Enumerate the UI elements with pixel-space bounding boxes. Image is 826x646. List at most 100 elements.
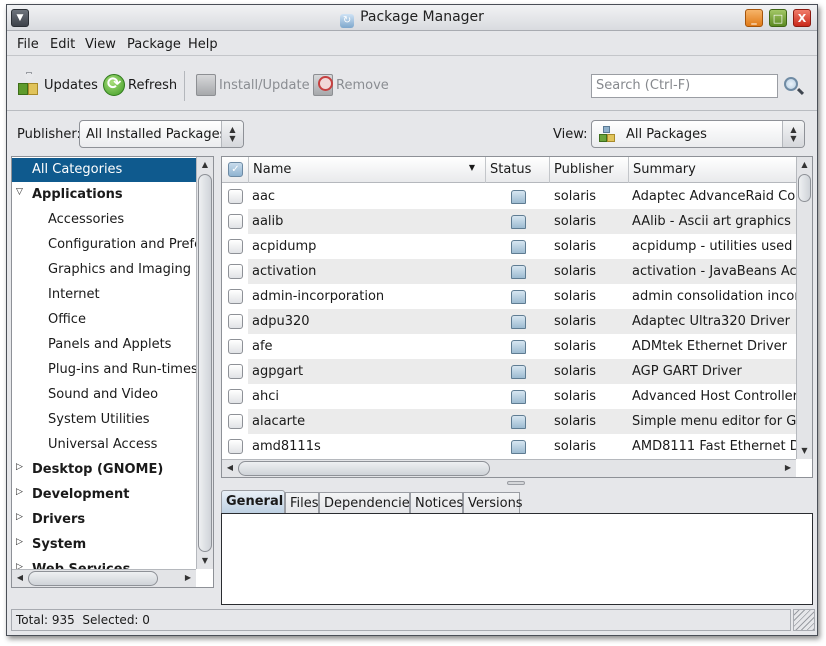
category-item[interactable]: All Categories	[12, 158, 196, 182]
remove-button[interactable]: Remove	[313, 74, 389, 96]
category-label: Plug-ins and Run-times	[48, 362, 196, 377]
table-row[interactable]: alacarte solaris Simple menu editor for GN…	[222, 409, 796, 434]
row-checkbox[interactable]	[228, 389, 243, 404]
expander-collapsed-icon[interactable]: ▷	[16, 512, 23, 522]
table-row[interactable]: amd8111s solaris AMD8111 Fast Ethernet Dri…	[222, 434, 796, 459]
category-hscrollbar[interactable]: ◀ ▶	[12, 569, 196, 587]
table-row[interactable]: adpu320 solaris Adaptec Ultra320 Driver	[222, 309, 796, 334]
table-row[interactable]: ahci solaris Advanced Host Controller Inte…	[222, 384, 796, 409]
scroll-thumb[interactable]	[28, 571, 158, 586]
row-checkbox[interactable]	[228, 414, 243, 429]
package-publisher: solaris	[554, 214, 597, 229]
row-checkbox[interactable]	[228, 264, 243, 279]
expander-collapsed-icon[interactable]: ▷	[16, 487, 23, 497]
view-select[interactable]: All Packages ▲ ▼	[591, 120, 805, 148]
tab-dependencies[interactable]: Dependencies	[319, 492, 417, 514]
table-vscrollbar[interactable]: ▲ ▼	[796, 157, 812, 459]
category-item[interactable]: Configuration and Preferences	[12, 233, 196, 257]
tab-notices[interactable]: Notices	[410, 492, 463, 514]
column-header-publisher[interactable]: Publisher	[550, 157, 629, 183]
tab-versions[interactable]: Versions	[463, 492, 523, 514]
category-item[interactable]: Universal Access	[12, 433, 196, 457]
package-name: acpidump	[252, 239, 317, 254]
tab-general[interactable]: General	[221, 490, 285, 515]
table-row[interactable]: aac solaris Adaptec AdvanceRaid Controller	[222, 184, 796, 209]
column-header-name[interactable]: Name ▼	[249, 157, 486, 183]
select-all-column[interactable]: ✓	[222, 157, 249, 183]
table-row[interactable]: acpidump solaris acpidump - utilities used…	[222, 234, 796, 259]
scroll-right-icon[interactable]: ▶	[780, 460, 796, 477]
scroll-left-icon[interactable]: ◀	[222, 460, 238, 477]
table-row[interactable]: activation solaris activation - JavaBeans …	[222, 259, 796, 284]
scroll-right-icon[interactable]: ▶	[180, 570, 196, 587]
category-item[interactable]: System Utilities	[12, 408, 196, 432]
refresh-button[interactable]: Refresh	[103, 74, 177, 96]
row-checkbox[interactable]	[228, 214, 243, 229]
tab-files[interactable]: Files	[285, 492, 319, 514]
scroll-thumb[interactable]	[198, 174, 212, 552]
select-all-checkbox[interactable]: ✓	[228, 162, 243, 177]
scroll-down-icon[interactable]: ▼	[197, 553, 213, 569]
updates-button[interactable]: Updates	[17, 72, 98, 96]
table-hscrollbar[interactable]: ◀ ▶	[222, 459, 796, 477]
scroll-up-icon[interactable]: ▲	[197, 157, 213, 173]
close-button[interactable]: X	[793, 9, 811, 27]
table-row[interactable]: admin-incorporation solaris admin consolid…	[222, 284, 796, 309]
column-header-status[interactable]: Status	[486, 157, 550, 183]
category-item[interactable]: ▷ Development	[12, 483, 196, 507]
table-row[interactable]: agpgart solaris AGP GART Driver	[222, 359, 796, 384]
expander-collapsed-icon[interactable]: ▷	[16, 537, 23, 547]
category-item[interactable]: ▷ Desktop (GNOME)	[12, 458, 196, 482]
row-checkbox[interactable]	[228, 239, 243, 254]
install-update-button[interactable]: Install/Update	[196, 74, 310, 96]
column-header-summary[interactable]: Summary	[629, 157, 796, 183]
menu-package[interactable]: Package	[127, 37, 181, 52]
table-row[interactable]: aalib solaris AAlib - Ascii art graphics l…	[222, 209, 796, 234]
category-item[interactable]: ▷ Drivers	[12, 508, 196, 532]
category-item[interactable]: Accessories	[12, 208, 196, 232]
scroll-down-icon[interactable]: ▼	[797, 443, 812, 459]
scroll-left-icon[interactable]: ◀	[12, 570, 28, 587]
category-item[interactable]: Panels and Applets	[12, 333, 196, 357]
row-checkbox[interactable]	[228, 439, 243, 454]
expander-collapsed-icon[interactable]: ▷	[16, 562, 23, 569]
category-item[interactable]: Office	[12, 308, 196, 332]
category-label: Internet	[48, 287, 100, 302]
expander-expanded-icon[interactable]: ▽	[16, 187, 23, 197]
scroll-thumb[interactable]	[238, 461, 490, 476]
category-item[interactable]: ▷ Web Services	[12, 558, 196, 569]
window-resize-grip[interactable]	[793, 609, 815, 631]
row-checkbox[interactable]	[228, 289, 243, 304]
scroll-thumb[interactable]	[798, 174, 811, 202]
remove-icon	[313, 74, 333, 96]
table-row[interactable]: afe solaris ADMtek Ethernet Driver	[222, 334, 796, 359]
category-item[interactable]: ▷ System	[12, 533, 196, 557]
menu-file[interactable]: File	[17, 37, 39, 52]
category-item[interactable]: Sound and Video	[12, 383, 196, 407]
row-checkbox[interactable]	[228, 189, 243, 204]
row-checkbox[interactable]	[228, 364, 243, 379]
row-checkbox[interactable]	[228, 339, 243, 354]
category-item[interactable]: Plug-ins and Run-times	[12, 358, 196, 382]
publisher-select[interactable]: All Installed Packages ▲ ▼	[79, 120, 244, 148]
scroll-up-icon[interactable]: ▲	[797, 157, 812, 173]
category-item[interactable]: ▽ Applications	[12, 183, 196, 207]
search-input[interactable]: Search (Ctrl-F)	[591, 74, 778, 98]
row-checkbox[interactable]	[228, 314, 243, 329]
pane-resize-handle[interactable]	[507, 481, 525, 485]
category-vscrollbar[interactable]: ▲ ▼	[196, 157, 213, 569]
category-label: Applications	[32, 187, 123, 202]
expander-collapsed-icon[interactable]: ▷	[16, 462, 23, 472]
menu-edit[interactable]: Edit	[50, 37, 75, 52]
search-icon[interactable]	[784, 77, 798, 91]
package-publisher: solaris	[554, 289, 597, 304]
category-item[interactable]: Graphics and Imaging	[12, 258, 196, 282]
package-publisher: solaris	[554, 339, 597, 354]
menu-help[interactable]: Help	[188, 37, 218, 52]
sort-descending-icon: ▼	[468, 163, 475, 172]
category-item[interactable]: Internet	[12, 283, 196, 307]
maximize-button[interactable]: □	[769, 9, 787, 27]
category-label: Accessories	[48, 212, 125, 227]
minimize-button[interactable]: _	[745, 9, 763, 27]
menu-view[interactable]: View	[85, 37, 116, 52]
